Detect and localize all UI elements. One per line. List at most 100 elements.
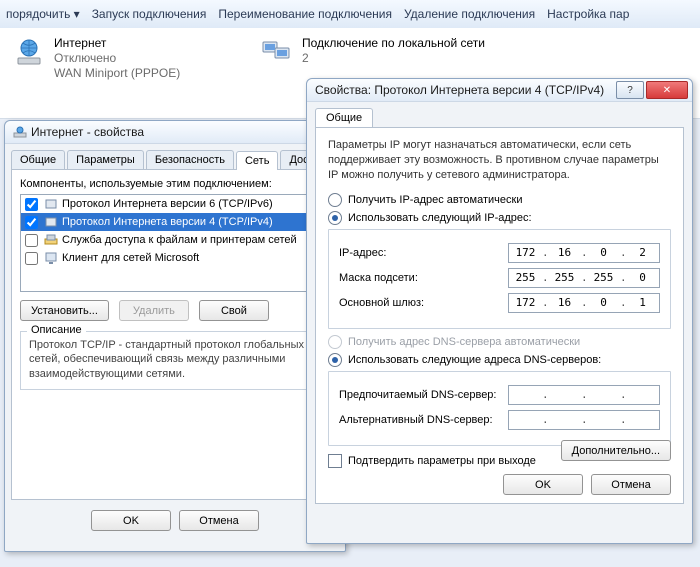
- tabstrip: Общие: [315, 108, 684, 128]
- dns-group: Предпочитаемый DNS-сервер: . . . Альтерн…: [328, 371, 671, 446]
- ip-octet[interactable]: 1: [629, 296, 657, 309]
- tab-security[interactable]: Безопасность: [146, 150, 234, 169]
- description-group: Описание Протокол TCP/IP - стандартный п…: [20, 331, 330, 390]
- ip-octet[interactable]: 172: [512, 246, 540, 259]
- radio-icon: [328, 193, 342, 207]
- gateway-label: Основной шлюз:: [339, 297, 424, 309]
- connection-item[interactable]: Подключение по локальной сети 2: [260, 36, 520, 70]
- item-checkbox[interactable]: [25, 216, 38, 229]
- ip-octet[interactable]: 16: [551, 296, 579, 309]
- ip-octet[interactable]: 255: [590, 271, 618, 284]
- toolbar-item[interactable]: порядочить ▾: [6, 7, 80, 21]
- advanced-button[interactable]: Дополнительно...: [561, 440, 671, 461]
- mask-input[interactable]: 255. 255. 255. 0: [508, 268, 660, 288]
- ip-octet[interactable]: 172: [512, 296, 540, 309]
- ip-octet[interactable]: 0: [590, 246, 618, 259]
- connection-item[interactable]: Интернет Отключено WAN Miniport (PPPOE): [12, 36, 242, 81]
- ip-octet[interactable]: 255: [512, 271, 540, 284]
- radio-label: Получить адрес DNS-сервера автоматически: [348, 336, 580, 348]
- connection-title: Интернет: [54, 36, 180, 51]
- service-icon: [44, 233, 58, 247]
- connection-title: Подключение по локальной сети: [302, 36, 485, 51]
- explorer-toolbar: порядочить ▾ Запуск подключения Переимен…: [0, 0, 700, 29]
- radio-dns-auto: Получить адрес DNS-сервера автоматически: [328, 335, 671, 349]
- radio-icon: [328, 353, 342, 367]
- tabstrip: Общие Параметры Безопасность Сеть Досту: [11, 150, 339, 170]
- radio-icon: [328, 335, 342, 349]
- components-list[interactable]: Протокол Интернета версии 6 (TCP/IPv6) П…: [20, 194, 330, 292]
- protocol-icon: [44, 215, 58, 229]
- ip-octet[interactable]: 0: [629, 271, 657, 284]
- checkbox-icon: [328, 454, 342, 468]
- item-checkbox[interactable]: [25, 198, 38, 211]
- tab-general[interactable]: Общие: [11, 150, 65, 169]
- close-button[interactable]: ✕: [646, 81, 688, 99]
- mask-label: Маска подсети:: [339, 272, 418, 284]
- titlebar[interactable]: Свойства: Протокол Интернета версии 4 (T…: [307, 79, 692, 102]
- item-label: Протокол Интернета версии 6 (TCP/IPv6): [62, 198, 273, 210]
- tcpip-window: Свойства: Протокол Интернета версии 4 (T…: [306, 78, 693, 544]
- window-title: Интернет - свойства: [31, 125, 144, 139]
- list-item[interactable]: Клиент для сетей Microsoft: [21, 249, 329, 267]
- item-label: Протокол Интернета версии 4 (TCP/IPv4): [62, 216, 273, 228]
- cancel-button[interactable]: Отмена: [179, 510, 259, 531]
- toolbar-item[interactable]: Запуск подключения: [92, 7, 207, 21]
- radio-label: Использовать следующие адреса DNS-сервер…: [348, 354, 601, 366]
- install-button[interactable]: Установить...: [20, 300, 109, 321]
- client-icon: [44, 251, 58, 265]
- ok-button[interactable]: OK: [91, 510, 171, 531]
- help-button[interactable]: ?: [616, 81, 644, 99]
- list-item[interactable]: Протокол Интернета версии 6 (TCP/IPv6): [21, 195, 329, 213]
- dns1-label: Предпочитаемый DNS-сервер:: [339, 389, 496, 401]
- radio-dns-manual[interactable]: Использовать следующие адреса DNS-сервер…: [328, 353, 671, 367]
- ip-group: IP-адрес: 172. 16. 0. 2 Маска подсети: 2…: [328, 229, 671, 329]
- intro-text: Параметры IP могут назначаться автоматич…: [328, 138, 671, 183]
- ip-label: IP-адрес:: [339, 247, 386, 259]
- close-icon: ✕: [663, 85, 671, 96]
- connection-sub: WAN Miniport (PPPOE): [54, 66, 180, 81]
- toolbar-item[interactable]: Удаление подключения: [404, 7, 535, 21]
- ip-octet[interactable]: 16: [551, 246, 579, 259]
- gateway-input[interactable]: 172. 16. 0. 1: [508, 293, 660, 313]
- item-checkbox[interactable]: [25, 234, 38, 247]
- radio-ip-manual[interactable]: Использовать следующий IP-адрес:: [328, 211, 671, 225]
- radio-ip-auto[interactable]: Получить IP-адрес автоматически: [328, 193, 671, 207]
- toolbar-item[interactable]: Настройка пар: [547, 7, 629, 21]
- cancel-button[interactable]: Отмена: [591, 474, 671, 495]
- connection-status: Отключено: [54, 51, 180, 66]
- tab-options[interactable]: Параметры: [67, 150, 144, 169]
- checkbox-label: Подтвердить параметры при выходе: [348, 455, 536, 467]
- toolbar-item[interactable]: Переименование подключения: [218, 7, 392, 21]
- components-label: Компоненты, используемые этим подключени…: [20, 178, 330, 190]
- dns2-label: Альтернативный DNS-сервер:: [339, 414, 493, 426]
- connection-status: 2: [302, 51, 485, 66]
- globe-modem-icon: [12, 36, 46, 70]
- item-checkbox[interactable]: [25, 252, 38, 265]
- radio-label: Использовать следующий IP-адрес:: [348, 212, 532, 224]
- description-title: Описание: [27, 324, 86, 336]
- protocol-icon: [44, 197, 58, 211]
- titlebar[interactable]: Интернет - свойства: [5, 121, 345, 144]
- window-title: Свойства: Протокол Интернета версии 4 (T…: [315, 83, 604, 97]
- list-item[interactable]: Служба доступа к файлам и принтерам сете…: [21, 231, 329, 249]
- list-item[interactable]: Протокол Интернета версии 4 (TCP/IPv4): [21, 213, 329, 231]
- item-props-button[interactable]: Свой: [199, 300, 269, 321]
- item-label: Служба доступа к файлам и принтерам сете…: [62, 234, 297, 246]
- item-label: Клиент для сетей Microsoft: [62, 252, 199, 264]
- tab-general[interactable]: Общие: [315, 108, 373, 127]
- tab-network[interactable]: Сеть: [236, 151, 278, 170]
- radio-icon: [328, 211, 342, 225]
- dns2-input[interactable]: . . .: [508, 410, 660, 430]
- properties-window: Интернет - свойства Общие Параметры Безо…: [4, 120, 346, 552]
- lan-monitors-icon: [260, 36, 294, 70]
- remove-button: Удалить: [119, 300, 189, 321]
- modem-icon: [13, 125, 27, 139]
- ip-octet[interactable]: 0: [590, 296, 618, 309]
- dns1-input[interactable]: . . .: [508, 385, 660, 405]
- ip-input[interactable]: 172. 16. 0. 2: [508, 243, 660, 263]
- radio-label: Получить IP-адрес автоматически: [348, 194, 522, 206]
- description-text: Протокол TCP/IP - стандартный протокол г…: [29, 338, 321, 381]
- ip-octet[interactable]: 2: [629, 246, 657, 259]
- ok-button[interactable]: OK: [503, 474, 583, 495]
- ip-octet[interactable]: 255: [551, 271, 579, 284]
